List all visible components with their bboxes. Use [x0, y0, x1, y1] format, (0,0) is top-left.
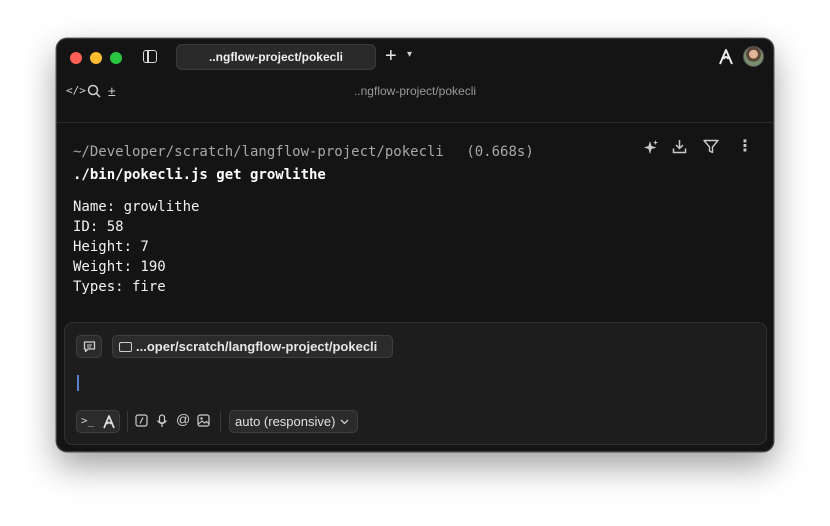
close-window-button[interactable]	[70, 52, 82, 64]
chat-mode-button[interactable]	[76, 335, 102, 358]
output-line: Height: 7	[73, 239, 149, 255]
more-options-icon[interactable]: ⋮	[737, 136, 753, 156]
terminal-prompt-icon[interactable]: >_	[81, 414, 94, 427]
output-line: Weight: 190	[73, 259, 166, 275]
header-divider	[57, 122, 773, 123]
tab-dropdown-chevron-icon[interactable]: ▾	[407, 49, 412, 60]
chat-bubble-icon	[83, 341, 96, 353]
user-avatar[interactable]	[743, 46, 764, 67]
model-select[interactable]: auto (responsive)	[229, 410, 358, 433]
terminal-agent-mode-toggle[interactable]: >_	[76, 410, 120, 433]
new-tab-button[interactable]: +	[385, 46, 397, 66]
agent-mode-icon[interactable]	[103, 415, 115, 429]
toolbar-separator	[220, 411, 221, 432]
slash-command-icon[interactable]	[135, 414, 148, 427]
command-line: ./bin/pokecli.js get growlithe	[73, 167, 326, 183]
directory-label: ...oper/scratch/langflow-project/pokecli	[136, 339, 378, 354]
tab-pokecli[interactable]: ..ngflow-project/pokecli	[176, 44, 376, 70]
agent-logo-icon[interactable]	[719, 49, 733, 65]
download-icon[interactable]	[672, 139, 687, 154]
agent-input-panel: ...oper/scratch/langflow-project/pokecli…	[64, 322, 767, 445]
sidebar-toggle-icon[interactable]	[143, 50, 157, 63]
maximize-window-button[interactable]	[110, 52, 122, 64]
header-path-title: ..ngflow-project/pokecli	[353, 84, 477, 98]
toolbar-separator	[127, 411, 128, 432]
terminal-window: ..ngflow-project/pokecli + ▾ </> ± ..ngf…	[56, 38, 774, 452]
chevron-down-icon	[340, 419, 349, 425]
model-select-label: auto (responsive)	[235, 414, 336, 429]
filter-icon[interactable]	[703, 139, 719, 154]
output-line: Name: growlithe	[73, 199, 200, 215]
cwd-path: ~/Developer/scratch/langflow-project/pok…	[73, 144, 444, 160]
command-output: Name: growlithe ID: 58 Height: 7 Weight:…	[73, 197, 199, 297]
output-line: Types: fire	[73, 279, 166, 295]
minimize-window-button[interactable]	[90, 52, 102, 64]
title-bar: ..ngflow-project/pokecli + ▾	[57, 39, 773, 75]
ai-sparkle-icon[interactable]	[643, 139, 659, 155]
mention-icon[interactable]: @	[176, 412, 190, 426]
output-line: ID: 58	[73, 219, 124, 235]
command-duration: (0.668s)	[466, 144, 534, 160]
block-cwd: ~/Developer/scratch/langflow-project/pok…	[73, 144, 534, 160]
image-attach-icon[interactable]	[197, 414, 210, 427]
folder-icon	[119, 342, 132, 352]
directory-chip[interactable]: ...oper/scratch/langflow-project/pokecli	[112, 335, 393, 358]
text-cursor[interactable]	[77, 375, 79, 391]
microphone-icon[interactable]	[156, 414, 168, 428]
